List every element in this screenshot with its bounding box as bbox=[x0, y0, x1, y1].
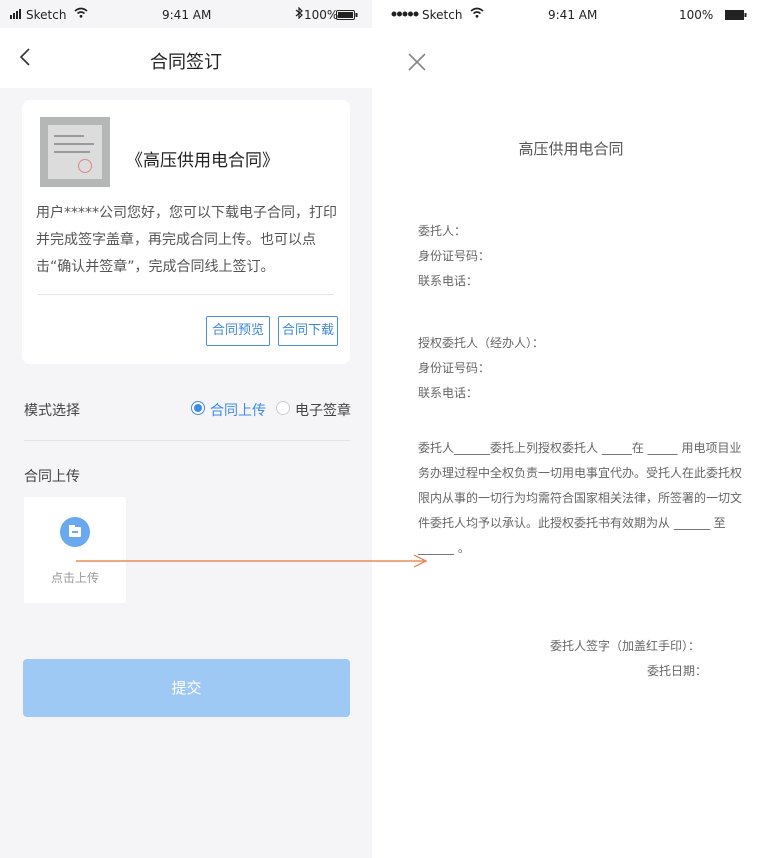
flow-arrow bbox=[76, 554, 428, 568]
